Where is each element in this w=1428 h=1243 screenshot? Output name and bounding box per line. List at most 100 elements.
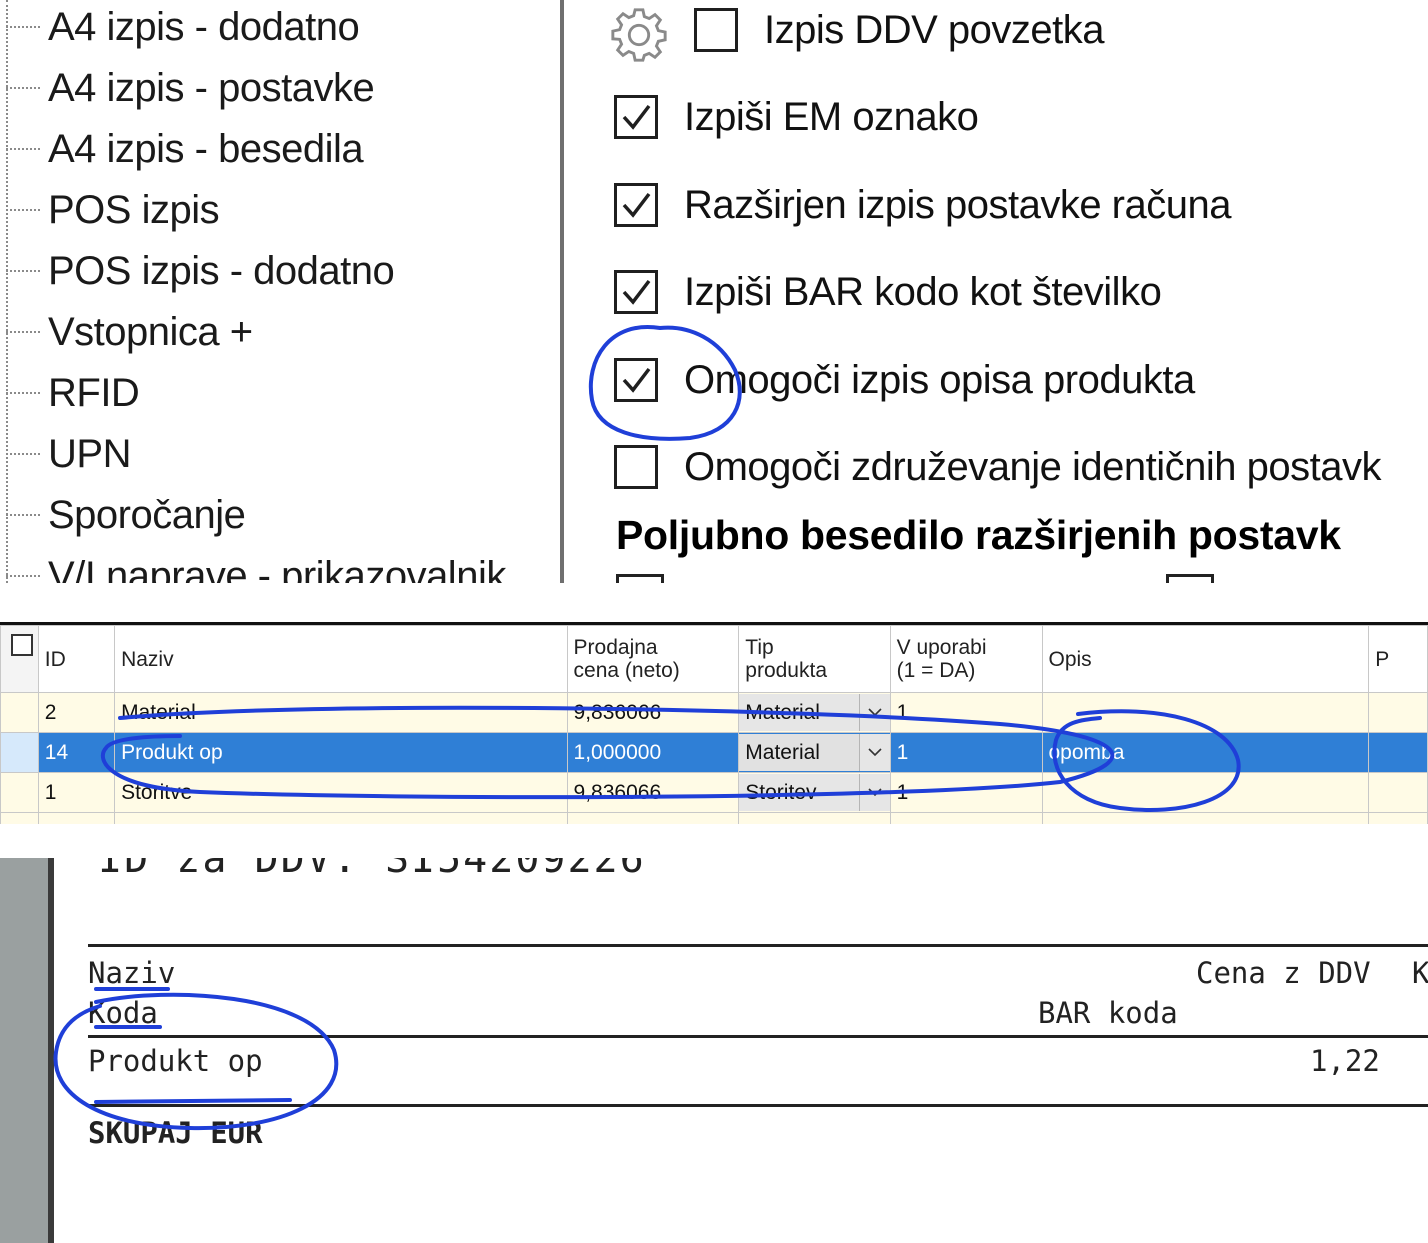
cell-name[interactable]: Material — [114, 692, 568, 733]
tree-item-label: Sporočanje — [48, 492, 246, 537]
column-header-name[interactable]: Naziv — [114, 625, 568, 693]
extended-line-checkbox[interactable] — [614, 183, 658, 227]
chevron-down-icon[interactable] — [858, 734, 890, 771]
cell-description[interactable] — [1041, 692, 1370, 733]
table-row-selected[interactable]: 14 Produkt op 1,000000 Material 1 opomba — [0, 732, 1428, 773]
tree-item-label: A4 izpis - dodatno — [48, 4, 360, 49]
row-header[interactable] — [0, 732, 39, 773]
cell-type[interactable]: Material — [738, 732, 891, 773]
select-all-checkbox[interactable] — [11, 633, 33, 656]
column-header-label: Prodajna — [573, 636, 658, 659]
divider — [88, 1104, 1428, 1107]
tree-item-a4-lines[interactable]: A4 izpis - postavke — [6, 58, 375, 118]
tree-item-ticket[interactable]: Vstopnica + — [6, 302, 253, 362]
tree-item-label: V/I naprave - prikazovalnik — [48, 553, 506, 584]
row-header[interactable] — [0, 772, 39, 813]
cell-price[interactable]: 1,000000 — [566, 732, 740, 773]
em-mark-checkbox[interactable] — [614, 95, 658, 139]
product-description-option[interactable]: Omogoči izpis opisa produkta — [614, 350, 1195, 410]
tree-item-label: Vstopnica + — [48, 309, 253, 354]
header-code: Koda — [88, 996, 158, 1030]
column-header-description[interactable]: Opis — [1041, 625, 1370, 693]
column-header-label: (1 = DA) — [896, 659, 976, 682]
cell-next[interactable] — [1368, 732, 1428, 773]
type-dropdown[interactable]: Storitev — [739, 774, 890, 811]
merge-identical-checkbox[interactable] — [614, 445, 658, 489]
tree-item-a4-texts[interactable]: A4 izpis - besedila — [6, 119, 364, 179]
cell-description[interactable] — [1041, 772, 1370, 813]
partial-checkbox[interactable] — [1166, 574, 1214, 583]
column-header-id[interactable]: ID — [37, 625, 116, 693]
header-cut-off: K — [1412, 956, 1428, 990]
column-header-in-use[interactable]: V uporabi (1 = DA) — [889, 625, 1043, 693]
column-header-label: produkta — [745, 659, 828, 682]
merge-identical-option[interactable]: Omogoči združevanje identičnih postavk — [614, 437, 1381, 497]
grid-header-row: ID Naziv Prodajna cena (neto) Tip produkta… — [0, 625, 1428, 693]
column-header-next[interactable]: P — [1368, 625, 1428, 693]
preview-margin — [0, 858, 50, 1243]
cell-id[interactable]: 1 — [37, 772, 116, 813]
cell-price[interactable]: 9,836066 — [566, 772, 740, 813]
column-header-label: cena (neto) — [573, 659, 680, 682]
chevron-down-icon[interactable] — [858, 774, 890, 811]
cell-price[interactable]: 9,836066 — [566, 692, 740, 733]
print-preview-panel: ID za DDV: SI54209226 Naziv Cena z DDV K… — [0, 858, 1428, 1243]
merge-identical-label: Omogoči združevanje identičnih postavk — [684, 444, 1381, 489]
cell-type[interactable]: Storitev — [738, 772, 891, 813]
tree-item-messaging[interactable]: Sporočanje — [6, 485, 246, 545]
cell-id[interactable]: 14 — [37, 732, 116, 773]
tree-item-label: UPN — [48, 431, 131, 476]
panel-splitter[interactable] — [560, 0, 564, 583]
tree-item-pos[interactable]: POS izpis — [6, 180, 220, 240]
type-dropdown[interactable]: Material — [739, 734, 890, 771]
tree-item-label: POS izpis - dodatno — [48, 248, 395, 293]
bar-as-number-checkbox[interactable] — [614, 270, 658, 314]
cell-type[interactable]: Material — [738, 692, 891, 733]
column-header-label: P — [1375, 647, 1390, 671]
column-header-type[interactable]: Tip produkta — [738, 625, 891, 693]
tree-item-rfid[interactable]: RFID — [6, 363, 140, 423]
column-header-label: V uporabi — [896, 636, 987, 659]
row-header[interactable] — [0, 692, 39, 733]
ddv-summary-option[interactable]: Izpis DDV povzetka — [694, 0, 1105, 60]
column-header-label: Tip — [745, 636, 774, 659]
cell-next[interactable] — [1368, 692, 1428, 733]
divider — [88, 944, 1428, 947]
options-panel: Izpis DDV povzetka Izpiši EM oznako Razš… — [566, 0, 1428, 583]
gear-icon[interactable] — [608, 4, 670, 66]
chevron-down-icon[interactable] — [858, 694, 890, 731]
bar-as-number-option[interactable]: Izpiši BAR kodo kot številko — [614, 262, 1162, 322]
extended-line-option[interactable]: Razširjen izpis postavke računa — [614, 175, 1231, 235]
em-mark-option[interactable]: Izpiši EM oznako — [614, 87, 979, 147]
ddv-summary-label: Izpis DDV povzetka — [764, 7, 1105, 52]
tree-item-io-display[interactable]: V/I naprave - prikazovalnik — [6, 546, 506, 583]
section-heading: Poljubno besedilo razširjenih postavk — [616, 512, 1341, 558]
column-header-price[interactable]: Prodajna cena (neto) — [566, 625, 740, 693]
cell-description[interactable]: opomba — [1041, 732, 1370, 773]
tree-item-upn[interactable]: UPN — [6, 424, 131, 484]
tree-item-pos-extra[interactable]: POS izpis - dodatno — [6, 241, 395, 301]
cell-name[interactable]: Storitve — [114, 772, 568, 813]
check-icon — [622, 279, 651, 305]
cell-next[interactable] — [1368, 772, 1428, 813]
partial-checkbox[interactable] — [616, 574, 664, 583]
cell-in-use[interactable]: 1 — [889, 772, 1043, 813]
cell-name[interactable]: Produkt op — [114, 732, 568, 773]
tree-item-label: POS izpis — [48, 187, 220, 232]
cell-in-use[interactable]: 1 — [889, 692, 1043, 733]
cell-in-use[interactable]: 1 — [889, 732, 1043, 773]
divider — [88, 1035, 1428, 1038]
check-icon — [622, 104, 651, 130]
tree-item-a4-extra[interactable]: A4 izpis - dodatno — [6, 0, 360, 57]
panel-gap — [0, 824, 1428, 858]
header-price: Cena z DDV — [1196, 956, 1371, 990]
table-row[interactable]: 1 Storitve 9,836066 Storitev 1 — [0, 772, 1428, 813]
table-row[interactable]: 2 Material 9,836066 Material 1 — [0, 692, 1428, 733]
cell-id[interactable]: 2 — [37, 692, 116, 733]
select-all-cell[interactable] — [0, 625, 39, 693]
panel-gap — [0, 583, 1428, 622]
em-mark-label: Izpiši EM oznako — [684, 94, 979, 139]
type-dropdown[interactable]: Material — [739, 694, 890, 731]
product-description-checkbox[interactable] — [614, 358, 658, 402]
ddv-summary-checkbox[interactable] — [694, 8, 738, 52]
